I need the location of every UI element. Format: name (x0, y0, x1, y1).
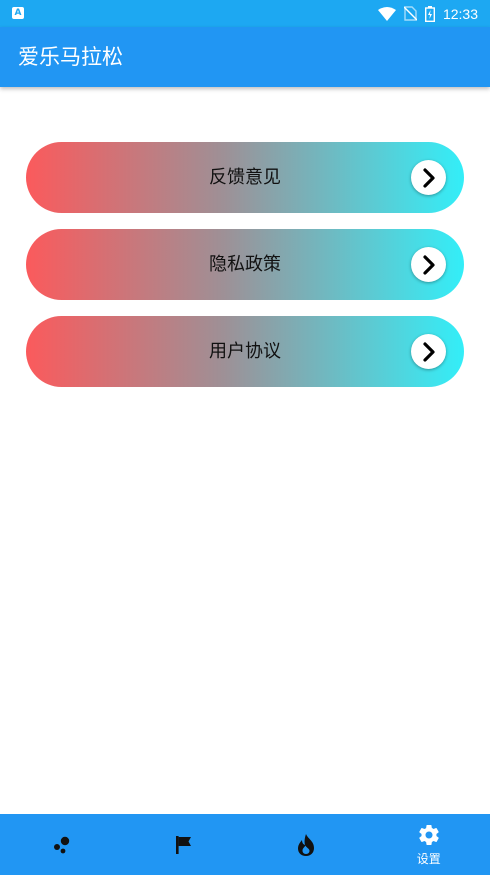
status-bar: A 12:33 (0, 0, 490, 27)
menu-item-privacy-policy[interactable]: 隐私政策 (26, 229, 464, 300)
battery-icon (424, 5, 435, 22)
clock: 12:33 (442, 5, 478, 22)
app-bar: 爱乐马拉松 (0, 27, 490, 87)
flame-icon (295, 833, 317, 857)
menu-item-user-agreement[interactable]: 用户协议 (26, 316, 464, 387)
wifi-icon (377, 6, 396, 21)
menu-item-label: 隐私政策 (209, 254, 281, 275)
nav-label-settings: 设置 (416, 851, 441, 866)
no-sim-icon (403, 6, 417, 21)
flag-icon (174, 834, 194, 856)
chevron-right-icon[interactable] (411, 160, 446, 195)
chevron-right-icon[interactable] (411, 247, 446, 282)
bottom-navigation: 设置 (0, 814, 490, 875)
settings-menu: 反馈意见 隐私政策 用户协议 (26, 142, 464, 403)
gear-icon (417, 823, 441, 847)
menu-item-label: 用户协议 (209, 341, 281, 362)
dots-icon (50, 834, 72, 856)
screen: A 12:33 爱乐马拉松 反馈意见 隐私政策 用户协议 设置 (0, 0, 490, 875)
menu-item-label: 反馈意见 (209, 167, 281, 188)
nav-item-home[interactable] (0, 814, 123, 875)
nav-item-hot[interactable] (245, 814, 368, 875)
app-notification-icon: A (12, 7, 24, 19)
nav-item-flag[interactable] (123, 814, 246, 875)
app-title: 爱乐马拉松 (18, 45, 123, 69)
menu-item-feedback[interactable]: 反馈意见 (26, 142, 464, 213)
status-icons: 12:33 (377, 0, 478, 27)
nav-item-settings[interactable]: 设置 (368, 814, 490, 875)
chevron-right-icon[interactable] (411, 334, 446, 369)
